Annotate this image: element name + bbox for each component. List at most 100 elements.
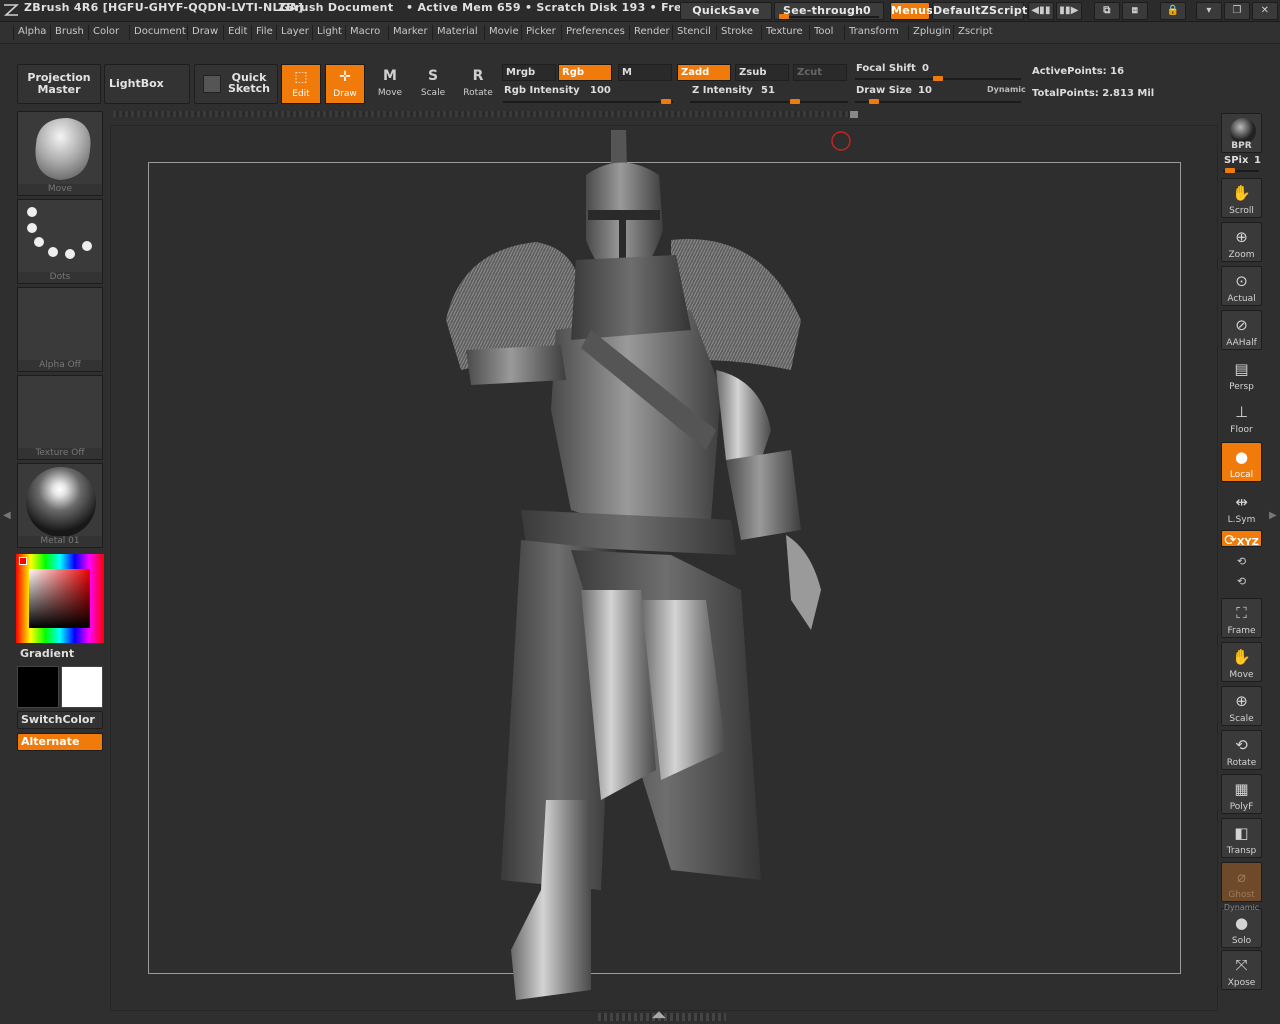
- switchcolor-button[interactable]: SwitchColor: [17, 711, 103, 729]
- color-picker[interactable]: [16, 554, 104, 643]
- z-intensity-value: 51: [761, 85, 775, 96]
- aahalf-button[interactable]: ⊘ AAHalf: [1221, 310, 1262, 350]
- zoom-button[interactable]: ⊕ Zoom: [1221, 222, 1262, 262]
- menu-render[interactable]: Render: [634, 26, 670, 37]
- menu-tool[interactable]: Tool: [814, 26, 833, 37]
- spix-slider[interactable]: SPix 1: [1223, 155, 1263, 175]
- solo-button[interactable]: ● Solo: [1221, 908, 1262, 948]
- menu-picker[interactable]: Picker: [526, 26, 556, 37]
- default-zscript-button[interactable]: DefaultZScript: [932, 2, 1027, 20]
- gradient-toggle[interactable]: Gradient: [20, 647, 74, 660]
- lightbox-button[interactable]: LightBox: [104, 64, 190, 104]
- menu-zplugin[interactable]: Zplugin: [913, 26, 951, 37]
- transp-button[interactable]: ◧ Transp: [1221, 818, 1262, 858]
- secondary-color-swatch[interactable]: [61, 666, 103, 708]
- scale-mode-button[interactable]: S Scale: [413, 64, 453, 104]
- top-shelf-scrollbar[interactable]: [113, 111, 853, 117]
- menu-layer[interactable]: Layer: [281, 26, 309, 37]
- scale-button[interactable]: ⊕ Scale: [1221, 686, 1262, 726]
- move-mode-button[interactable]: M Move: [370, 64, 410, 104]
- menu-stencil[interactable]: Stencil: [677, 26, 711, 37]
- menu-light[interactable]: Light: [317, 26, 342, 37]
- transparency-icon: ◧: [1234, 823, 1249, 842]
- actual-button[interactable]: ⊙ Actual: [1221, 266, 1262, 306]
- lock-icon[interactable]: 🔒: [1160, 2, 1186, 20]
- zadd-button[interactable]: Zadd: [677, 64, 731, 81]
- rotate-button[interactable]: ⟲ Rotate: [1221, 730, 1262, 770]
- left-tray-toggle-icon[interactable]: ◀: [3, 510, 11, 521]
- projection-master-button[interactable]: Projection Master: [17, 64, 101, 104]
- menu-alpha[interactable]: Alpha: [18, 26, 46, 37]
- menu-preferences[interactable]: Preferences: [566, 26, 625, 37]
- polyf-button[interactable]: ▦ PolyF: [1221, 774, 1262, 814]
- move-button[interactable]: ✋ Move: [1221, 642, 1262, 682]
- zcut-button[interactable]: Zcut: [793, 64, 847, 81]
- menu-marker[interactable]: Marker: [393, 26, 428, 37]
- texture-thumbnail[interactable]: Texture Off: [17, 375, 103, 460]
- scroll-button[interactable]: ✋ Scroll: [1221, 178, 1262, 218]
- rotate-y-icon[interactable]: ⟲: [1221, 555, 1262, 568]
- bpr-button[interactable]: BPR: [1221, 113, 1262, 153]
- persp-button[interactable]: ▤ Persp: [1221, 355, 1262, 395]
- quicksave-button[interactable]: QuickSave: [680, 2, 772, 20]
- focal-shift-slider[interactable]: Focal Shift 0: [855, 62, 1025, 82]
- quick-sketch-button[interactable]: Quick Sketch: [194, 64, 278, 104]
- dynamic-toggle[interactable]: Dynamic: [987, 85, 1026, 94]
- menu-color[interactable]: Color: [93, 26, 119, 37]
- edit-mode-button[interactable]: ⬚ Edit: [281, 64, 321, 104]
- menu-macro[interactable]: Macro: [350, 26, 380, 37]
- document-canvas[interactable]: [110, 125, 1218, 1011]
- menu-zscript[interactable]: Zscript: [958, 26, 993, 37]
- memory-status: • Active Mem 659 • Scratch Disk 193 • Fr…: [406, 1, 690, 14]
- close-icon[interactable]: ✕: [1252, 2, 1278, 20]
- m-button[interactable]: M: [618, 64, 672, 81]
- rotate-mode-button[interactable]: R Rotate: [458, 64, 498, 104]
- draw-size-slider[interactable]: Draw Size 10 Dynamic: [855, 84, 1026, 104]
- minimize-icon[interactable]: ▾: [1196, 2, 1222, 20]
- menu-transform[interactable]: Transform: [849, 26, 899, 37]
- mrgb-button[interactable]: Mrgb: [502, 64, 556, 81]
- frame-button[interactable]: ⛶ Frame: [1221, 598, 1262, 638]
- menu-material[interactable]: Material: [437, 26, 478, 37]
- color-picker-square[interactable]: [29, 569, 90, 628]
- menu-draw[interactable]: Draw: [192, 26, 218, 37]
- undock-icon[interactable]: ⧉: [1094, 2, 1120, 20]
- zsub-button[interactable]: Zsub: [735, 64, 789, 81]
- dock-icon[interactable]: ⧈: [1122, 2, 1148, 20]
- material-thumbnail[interactable]: Metal 01: [17, 463, 103, 548]
- menus-button[interactable]: Menus: [890, 2, 933, 20]
- rotate-z-icon[interactable]: ⟲: [1221, 575, 1262, 588]
- restore-icon[interactable]: ❐: [1224, 2, 1250, 20]
- stroke-thumbnail[interactable]: Dots: [17, 199, 103, 284]
- top-shelf-scroll-handle[interactable]: [850, 111, 858, 118]
- bottom-tray-toggle-icon[interactable]: ◢◣: [652, 1010, 666, 1020]
- layout-left-icon[interactable]: ◀▮▮: [1028, 2, 1054, 20]
- local-button[interactable]: ● Local: [1221, 442, 1262, 482]
- menu-stroke[interactable]: Stroke: [721, 26, 753, 37]
- main-color-swatch[interactable]: [17, 666, 59, 708]
- menu-document[interactable]: Document: [134, 26, 186, 37]
- top-shelf: Projection Master LightBox Quick Sketch …: [0, 44, 1280, 124]
- rgb-intensity-slider[interactable]: Rgb Intensity 100: [503, 84, 675, 104]
- menu-texture[interactable]: Texture: [766, 26, 803, 37]
- layout-right-icon[interactable]: ▮▮▶: [1056, 2, 1082, 20]
- draw-mode-button[interactable]: ✛ Draw: [325, 64, 365, 104]
- menu-edit[interactable]: Edit: [228, 26, 247, 37]
- lsym-button[interactable]: ⇹ L.Sym: [1221, 488, 1262, 528]
- menu-file[interactable]: File: [256, 26, 273, 37]
- frame-icon: ⛶: [1236, 603, 1247, 622]
- floor-button[interactable]: ⊥ Floor: [1221, 398, 1262, 438]
- z-intensity-slider[interactable]: Z Intensity 51: [690, 84, 850, 104]
- menu-movie[interactable]: Movie: [489, 26, 519, 37]
- menu-brush[interactable]: Brush: [55, 26, 84, 37]
- alternate-button[interactable]: Alternate: [17, 733, 103, 751]
- see-through-slider[interactable]: See-through 0: [774, 2, 884, 20]
- right-tray-toggle-icon[interactable]: ▶: [1269, 510, 1277, 521]
- menu-separator: [953, 25, 954, 40]
- brush-thumbnail[interactable]: Move: [17, 111, 103, 196]
- ghost-button[interactable]: ⌀ Ghost: [1221, 862, 1262, 902]
- alpha-thumbnail[interactable]: Alpha Off: [17, 287, 103, 372]
- rgb-button[interactable]: Rgb: [558, 64, 612, 81]
- xpose-button[interactable]: ⤧ Xpose: [1221, 950, 1262, 990]
- xyz-button[interactable]: ⟳XYZ: [1221, 530, 1262, 549]
